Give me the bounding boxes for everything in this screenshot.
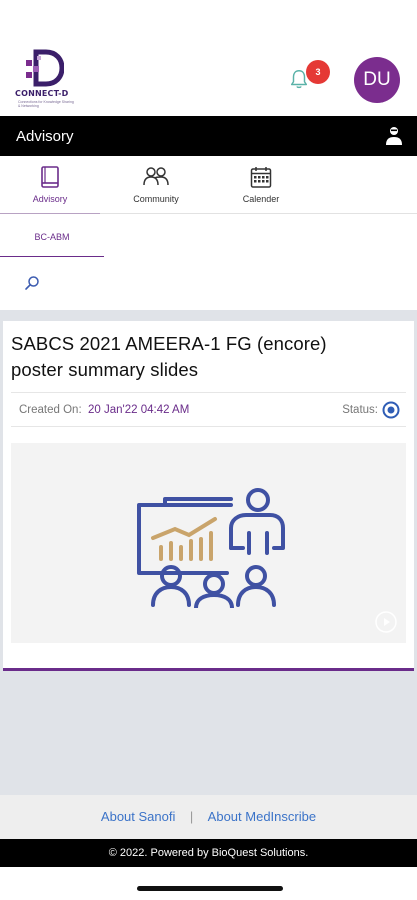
tab-advisory-label: Advisory [32,194,68,204]
connect-d-logo[interactable]: CONNECT-D Connections for Knowledge Shar… [14,45,76,111]
user-profile-icon[interactable] [385,126,403,146]
search-icon[interactable] [24,275,40,291]
home-indicator[interactable] [137,886,283,891]
user-avatar[interactable]: DU [354,57,400,103]
search-row [0,260,417,310]
book-icon [41,166,59,188]
card-thumbnail[interactable] [11,443,406,643]
notification-badge[interactable]: 3 [306,60,330,84]
card-meta-row: Created On: 20 Jan'22 04:42 AM Status: [11,392,406,427]
logo-text: CONNECT-D [15,89,69,98]
logo-tagline: Connections for Knowledge Sharing & Netw… [18,100,74,108]
advisory-card[interactable]: SABCS 2021 AMEERA-1 FG (encore) poster s… [3,321,414,671]
tab-community-label: Community [133,194,179,204]
about-medinscribe-link[interactable]: About MedInscribe [208,809,316,824]
status-label: Status: [342,404,378,416]
top-header: CONNECT-D Connections for Knowledge Shar… [0,0,417,116]
logo-mark-icon [26,49,64,87]
section-title-bar: Advisory [0,116,417,156]
people-icon [143,167,169,186]
tab-advisory[interactable]: Advisory [0,156,100,215]
sub-tabs: BC-ABM [0,214,417,260]
created-on-label: Created On: [19,404,82,416]
calendar-icon [250,167,272,188]
status-indicator-icon [382,401,400,419]
tab-calender-label: Calender [242,194,280,204]
subtab-bc-abm[interactable]: BC-ABM [0,214,104,257]
play-icon[interactable] [375,611,397,633]
app-screen: CONNECT-D Connections for Knowledge Shar… [0,0,417,900]
footer-separator: | [189,809,194,824]
tab-calender[interactable]: Calender [211,156,311,214]
about-sanofi-link[interactable]: About Sanofi [101,809,175,824]
tab-community[interactable]: Community [106,156,206,214]
footer-links: About Sanofi | About MedInscribe [0,795,417,839]
main-tabs: Advisory Community Calender [0,156,417,215]
page-title: Advisory [16,128,74,145]
presentation-illustration-icon [137,488,285,608]
card-title: SABCS 2021 AMEERA-1 FG (encore) poster s… [11,333,327,380]
created-on-value: 20 Jan'22 04:42 AM [88,404,190,416]
copyright-bar: © 2022. Powered by BioQuest Solutions. [0,839,417,867]
